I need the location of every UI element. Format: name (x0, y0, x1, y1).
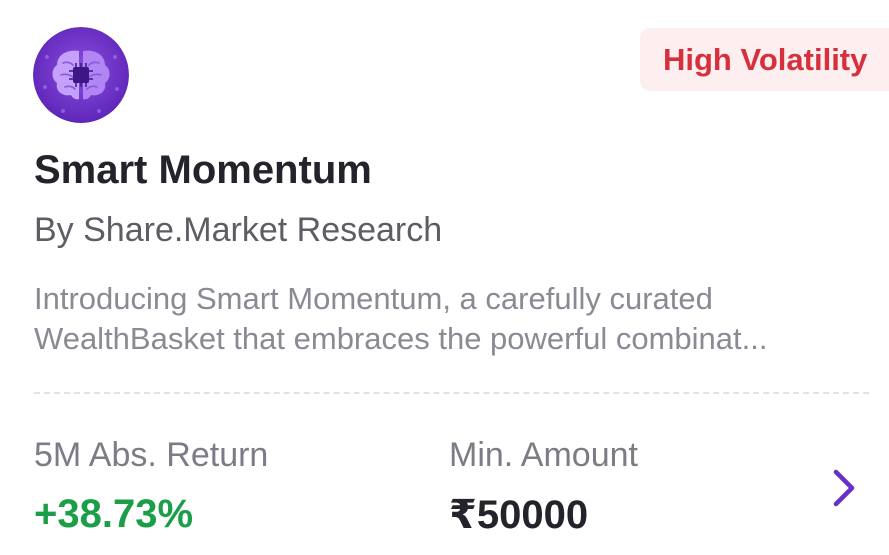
basket-logo (33, 27, 129, 123)
basket-publisher: By Share.Market Research (34, 211, 443, 249)
basket-description: Introducing Smart Momentum, a carefully … (34, 279, 874, 359)
description-line: WealthBasket that embraces the powerful … (34, 321, 768, 356)
min-amount-value: ₹50000 (449, 493, 589, 537)
chevron-right-icon[interactable] (826, 466, 862, 510)
volatility-badge: High Volatility (640, 28, 889, 91)
description-line: Introducing Smart Momentum, a carefully … (34, 281, 713, 316)
min-amount-label: Min. Amount (449, 436, 638, 474)
basket-title: Smart Momentum (34, 148, 372, 192)
basket-card[interactable]: High Volatility Smart Momentum By Share.… (0, 0, 889, 555)
brain-chip-icon (33, 27, 129, 123)
return-label: 5M Abs. Return (34, 436, 269, 474)
dashed-divider (34, 392, 869, 394)
return-value: +38.73% (34, 492, 194, 536)
